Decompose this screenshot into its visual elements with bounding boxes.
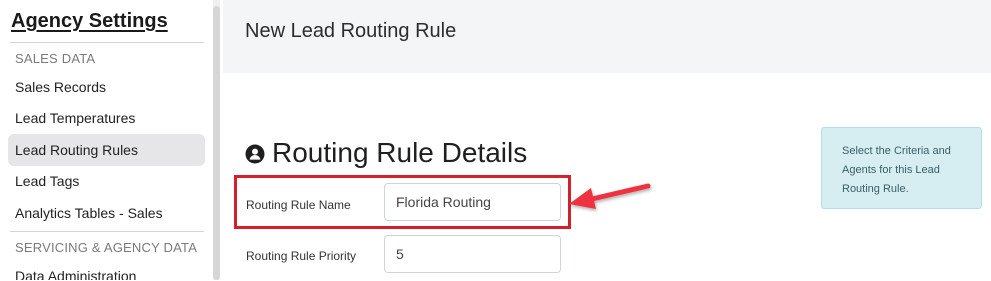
- page-title: New Lead Routing Rule: [245, 20, 457, 42]
- sidebar-item-label: Data Administration: [15, 268, 137, 280]
- sidebar-item-label: Lead Routing Rules: [15, 142, 138, 158]
- sidebar-item-label: Lead Tags: [15, 173, 80, 189]
- sidebar-divider: [10, 231, 204, 232]
- sidebar: Agency Settings SALES DATA Sales Records…: [0, 0, 212, 280]
- routing-rule-priority-input[interactable]: [384, 235, 561, 273]
- info-box: Select the Criteria and Agents for this …: [821, 127, 982, 209]
- sidebar-divider: [10, 42, 204, 43]
- sidebar-item-lead-temperatures[interactable]: Lead Temperatures: [8, 102, 205, 134]
- sidebar-item-label: Sales Records: [15, 79, 107, 95]
- sidebar-item-sales-records[interactable]: Sales Records: [8, 71, 205, 103]
- sidebar-item-lead-tags[interactable]: Lead Tags: [8, 165, 205, 197]
- user-circle-icon: [245, 144, 265, 164]
- page-header: New Lead Routing Rule: [223, 0, 991, 73]
- sidebar-section-servicing-agency-data: SERVICING & AGENCY DATA: [15, 240, 198, 255]
- routing-rule-priority-label: Routing Rule Priority: [246, 249, 357, 263]
- sidebar-item-lead-routing-rules[interactable]: Lead Routing Rules: [8, 134, 205, 166]
- sidebar-title: Agency Settings: [11, 10, 168, 32]
- section-heading-text: Routing Rule Details: [272, 137, 528, 168]
- info-box-text: Select the Criteria and Agents for this …: [842, 145, 951, 195]
- routing-rule-name-input[interactable]: [384, 183, 561, 221]
- sidebar-item-analytics-tables-sales[interactable]: Analytics Tables - Sales: [8, 197, 205, 229]
- annotation-arrow-icon: [569, 183, 651, 209]
- sidebar-section-sales-data: SALES DATA: [15, 51, 96, 66]
- sidebar-item-label: Analytics Tables - Sales: [15, 205, 163, 221]
- section-heading: Routing Rule Details: [245, 136, 527, 170]
- routing-rule-name-label: Routing Rule Name: [246, 198, 351, 212]
- sidebar-scrollbar-thumb[interactable]: [213, 6, 220, 280]
- sidebar-item-data-administration[interactable]: Data Administration: [8, 260, 205, 280]
- sidebar-item-label: Lead Temperatures: [15, 110, 136, 126]
